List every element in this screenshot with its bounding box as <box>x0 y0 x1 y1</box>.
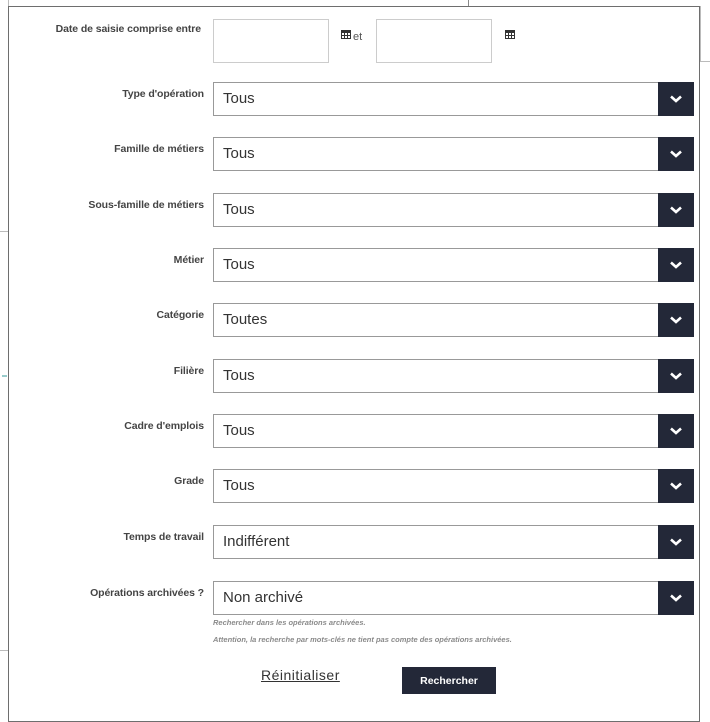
filter-label: Temps de travail <box>123 531 205 543</box>
dropdown-button[interactable] <box>658 525 694 559</box>
filter-row-metier: Métier Tous <box>9 248 699 282</box>
dropdown-button[interactable] <box>658 82 694 116</box>
filter-row-grade: Grade Tous <box>9 469 699 503</box>
filter-row-type-operation: Type d'opération Tous <box>9 82 699 116</box>
chevron-down-icon <box>670 538 682 546</box>
calendar-icon[interactable] <box>341 30 351 39</box>
chevron-down-icon <box>670 594 682 602</box>
archive-warning-text: Attention, la recherche par mots-clés ne… <box>213 635 512 644</box>
chevron-down-icon <box>670 372 682 380</box>
chevron-down-icon <box>670 427 682 435</box>
dropdown-button[interactable] <box>658 303 694 337</box>
archive-help-text: Rechercher dans les opérations archivées… <box>213 618 366 627</box>
filter-row-operations-archivees: Opérations archivées ? Non archivé <box>9 581 699 615</box>
select-value: Tous <box>223 256 255 273</box>
select-value: Tous <box>223 367 255 384</box>
date-separator: et <box>353 31 363 43</box>
filter-label: Opérations archivées ? <box>90 587 204 599</box>
categorie-select[interactable]: Toutes <box>213 303 694 337</box>
dropdown-button[interactable] <box>658 193 694 227</box>
filter-label: Type d'opération <box>122 88 204 100</box>
chevron-down-icon <box>670 150 682 158</box>
select-value: Indifférent <box>223 533 290 550</box>
chevron-down-icon <box>670 316 682 324</box>
filter-label: Catégorie <box>156 309 204 321</box>
select-value: Tous <box>223 201 255 218</box>
search-button[interactable]: Rechercher <box>402 667 496 694</box>
dropdown-button[interactable] <box>658 359 694 393</box>
search-filters-panel: Date de saisie comprise entre et Type d'… <box>8 6 700 722</box>
filter-row-categorie: Catégorie Toutes <box>9 303 699 337</box>
dropdown-button[interactable] <box>658 581 694 615</box>
select-value: Tous <box>223 477 255 494</box>
reset-link[interactable]: Réinitialiser <box>261 667 340 683</box>
dropdown-button[interactable] <box>658 414 694 448</box>
filter-label: Cadre d'emplois <box>124 420 204 432</box>
chevron-down-icon <box>670 482 682 490</box>
date-end-input[interactable] <box>376 19 492 63</box>
dropdown-button[interactable] <box>658 248 694 282</box>
filter-row-filiere: Filière Tous <box>9 359 699 393</box>
filter-row-temps-travail: Temps de travail Indifférent <box>9 525 699 559</box>
famille-metiers-select[interactable]: Tous <box>213 137 694 171</box>
filter-label: Grade <box>174 475 204 487</box>
filter-label: Métier <box>173 254 204 266</box>
date-range-label: Date de saisie comprise entre <box>55 23 201 35</box>
sous-famille-metiers-select[interactable]: Tous <box>213 193 694 227</box>
filter-label: Famille de métiers <box>114 143 204 155</box>
filter-label: Filière <box>173 365 204 377</box>
select-value: Non archivé <box>223 589 304 606</box>
date-start-input[interactable] <box>213 19 329 63</box>
filter-row-sous-famille-metiers: Sous-famille de métiers Tous <box>9 193 699 227</box>
operations-archivees-select[interactable]: Non archivé <box>213 581 694 615</box>
filter-label: Sous-famille de métiers <box>88 199 204 211</box>
select-value: Tous <box>223 422 255 439</box>
metier-select[interactable]: Tous <box>213 248 694 282</box>
chevron-down-icon <box>670 206 682 214</box>
calendar-icon[interactable] <box>505 30 515 39</box>
background-panel-right <box>700 6 710 62</box>
select-value: Tous <box>223 90 255 107</box>
select-value: Tous <box>223 145 255 162</box>
grade-select[interactable]: Tous <box>213 469 694 503</box>
chevron-down-icon <box>670 95 682 103</box>
type-operation-select[interactable]: Tous <box>213 82 694 116</box>
temps-travail-select[interactable]: Indifférent <box>213 525 694 559</box>
cadre-emplois-select[interactable]: Tous <box>213 414 694 448</box>
filiere-select[interactable]: Tous <box>213 359 694 393</box>
background-marker <box>2 375 7 377</box>
filter-row-cadre-emplois: Cadre d'emplois Tous <box>9 414 699 448</box>
dropdown-button[interactable] <box>658 469 694 503</box>
select-value: Toutes <box>223 311 268 328</box>
chevron-down-icon <box>670 261 682 269</box>
filter-row-famille-metiers: Famille de métiers Tous <box>9 137 699 171</box>
dropdown-button[interactable] <box>658 137 694 171</box>
